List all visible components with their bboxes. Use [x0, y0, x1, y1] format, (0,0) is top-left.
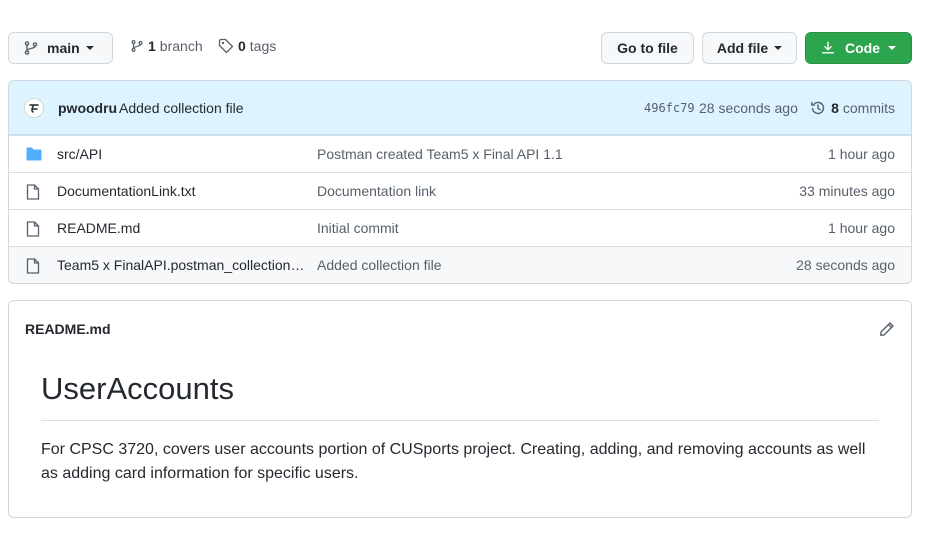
- tag-label: tags: [249, 38, 277, 54]
- tag-count: 0: [238, 38, 246, 54]
- branches-link[interactable]: 1 branch: [130, 38, 203, 54]
- file-name[interactable]: src/API: [57, 146, 305, 162]
- branch-select-button[interactable]: main: [8, 32, 113, 64]
- file-name[interactable]: Team5 x FinalAPI.postman_collection.j...: [57, 257, 305, 273]
- git-branch-icon: [131, 40, 143, 52]
- file-commit-message[interactable]: Added collection file: [317, 257, 442, 273]
- chevron-down-icon: [888, 46, 896, 50]
- readme-heading: UserAccounts: [41, 371, 234, 406]
- commit-author[interactable]: pwoodru: [58, 100, 117, 116]
- file-age: 1 hour ago: [828, 146, 895, 162]
- code-label: Code: [845, 40, 880, 56]
- commit-time: 28 seconds ago: [699, 99, 798, 116]
- file-age: 1 hour ago: [828, 220, 895, 236]
- go-to-file-button[interactable]: Go to file: [601, 32, 694, 64]
- heading-divider: [41, 420, 879, 421]
- file-row[interactable]: Team5 x FinalAPI.postman_collection.j...…: [9, 246, 911, 283]
- chevron-down-icon: [774, 46, 783, 50]
- download-icon: [822, 41, 834, 54]
- go-to-file-label: Go to file: [617, 40, 678, 56]
- file-icon: [26, 184, 40, 200]
- file-row[interactable]: README.md Initial commit 1 hour ago: [9, 209, 911, 246]
- avatar-glyph-icon: [29, 104, 39, 113]
- latest-commit-bar: pwoodru Added collection file 496fc79 28…: [9, 81, 911, 135]
- commit-count: 8: [831, 99, 839, 116]
- readme-body: For CPSC 3720, covers user accounts port…: [41, 441, 866, 482]
- file-commit-message[interactable]: Documentation link: [317, 183, 436, 199]
- commit-message[interactable]: Added collection file: [119, 100, 244, 116]
- file-icon: [26, 258, 40, 274]
- pencil-icon[interactable]: [879, 321, 895, 337]
- avatar[interactable]: [24, 98, 44, 118]
- tags-link[interactable]: 0 tags: [218, 38, 276, 54]
- file-age: 33 minutes ago: [799, 183, 895, 199]
- file-row[interactable]: src/API Postman created Team5 x Final AP…: [9, 135, 911, 172]
- file-row[interactable]: DocumentationLink.txt Documentation link…: [9, 172, 911, 209]
- add-file-button[interactable]: Add file: [702, 32, 797, 64]
- file-commit-message[interactable]: Initial commit: [317, 220, 399, 236]
- file-name[interactable]: DocumentationLink.txt: [57, 183, 305, 199]
- chevron-down-icon: [85, 46, 94, 50]
- readme-panel: README.md UserAccounts For CPSC 3720, co…: [8, 300, 912, 518]
- tag-icon: [218, 38, 234, 54]
- add-file-label: Add file: [716, 40, 769, 56]
- readme-filename: README.md: [25, 321, 111, 337]
- branch-name: main: [47, 40, 80, 56]
- commit-label: commits: [842, 99, 895, 116]
- commits-link[interactable]: 8 commits: [810, 100, 895, 116]
- file-browser: pwoodru Added collection file 496fc79 28…: [8, 80, 912, 284]
- file-commit-message[interactable]: Postman created Team5 x Final API 1.1: [317, 146, 563, 162]
- file-icon: [26, 221, 40, 237]
- branch-count: 1: [148, 38, 156, 54]
- folder-icon: [26, 147, 42, 161]
- code-button[interactable]: Code: [805, 32, 912, 64]
- git-branch-icon: [24, 41, 38, 55]
- file-age: 28 seconds ago: [796, 257, 895, 273]
- file-name[interactable]: README.md: [57, 220, 305, 236]
- history-icon: [811, 101, 825, 114]
- commit-sha[interactable]: 496fc79: [644, 101, 695, 115]
- branch-label: branch: [159, 38, 203, 54]
